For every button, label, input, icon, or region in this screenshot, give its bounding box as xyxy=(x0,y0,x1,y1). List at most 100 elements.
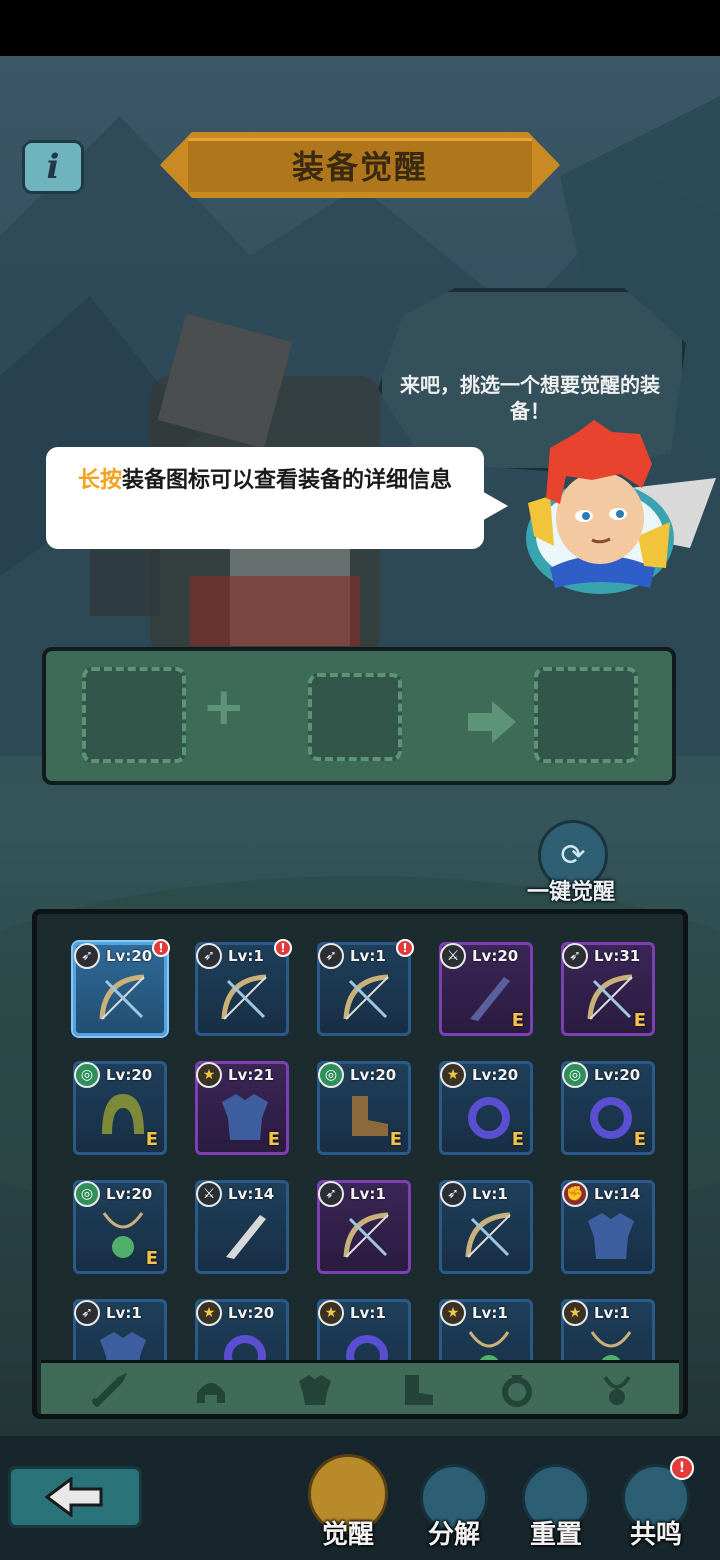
bow-icon: ➶ xyxy=(318,1181,344,1207)
hint-highlight-text: 长按 xyxy=(77,468,122,493)
ring-filter-icon[interactable] xyxy=(497,1373,537,1407)
nav-awaken[interactable]: 觉醒 xyxy=(306,1454,390,1560)
item-card[interactable]: ★ Lv:21 E xyxy=(195,1061,289,1155)
item-level: Lv:14 xyxy=(594,1185,641,1203)
auto-awaken-label: 一键觉醒 xyxy=(526,880,615,905)
alert-badge: ! xyxy=(274,939,292,957)
nav-resonance[interactable]: ! 共鸣 xyxy=(614,1456,698,1560)
item-level: Lv:20 xyxy=(472,947,519,965)
item-level: Lv:31 xyxy=(594,947,641,965)
bow-icon: ➶ xyxy=(318,943,344,969)
result-slot[interactable] xyxy=(534,667,638,763)
item-grade-badge: E xyxy=(145,1129,158,1150)
item-level: Lv:21 xyxy=(228,1066,275,1084)
item-card[interactable]: ◎ Lv:20 E xyxy=(73,1180,167,1274)
item-card[interactable]: ★ Lv:20 E xyxy=(439,1061,533,1155)
info-button[interactable]: i xyxy=(22,140,84,194)
nav-resonance-label: 共鸣 xyxy=(629,1520,682,1550)
boots-item-icon xyxy=(352,1096,388,1136)
star-icon: ★ xyxy=(318,1300,344,1326)
sword-filter-icon[interactable] xyxy=(89,1373,129,1407)
page-title: 装备觉醒 xyxy=(291,148,428,186)
ring-item-icon xyxy=(590,1097,632,1139)
item-card[interactable]: ➶ Lv:20! xyxy=(73,939,170,1036)
target-icon: ◎ xyxy=(318,1062,344,1088)
item-card[interactable]: ➶ Lv:1 xyxy=(439,1180,533,1274)
amulet-item-icon xyxy=(102,1212,144,1258)
info-icon: i xyxy=(46,147,60,187)
status-bar xyxy=(0,0,720,56)
item-card[interactable]: ⚔ Lv:20 E xyxy=(439,942,533,1036)
bow-icon: ➶ xyxy=(440,1181,466,1207)
bow-icon: ➶ xyxy=(74,1300,100,1326)
ring-item-icon xyxy=(346,1335,388,1362)
item-level: Lv:1 xyxy=(350,1304,386,1322)
target-icon: ◎ xyxy=(562,1062,588,1088)
amulet-filter-icon[interactable] xyxy=(597,1373,637,1407)
item-card[interactable]: ➶ Lv:1! xyxy=(317,939,414,1036)
amulet-item-icon xyxy=(468,1331,510,1362)
item-level: Lv:1 xyxy=(228,947,264,965)
item-card[interactable]: ◎ Lv:20 E xyxy=(73,1061,167,1155)
material-slot-1[interactable] xyxy=(82,667,186,763)
ring-item-icon xyxy=(468,1097,510,1139)
item-card[interactable]: ★ Lv:1 xyxy=(561,1299,655,1362)
item-card[interactable]: ⚔ Lv:14 xyxy=(195,1180,289,1274)
item-level: Lv:20 xyxy=(106,947,153,965)
nav-reset[interactable]: 重置 xyxy=(514,1464,598,1560)
armor-item-icon xyxy=(100,1332,146,1362)
category-filter-bar xyxy=(41,1360,679,1414)
item-card[interactable]: ➶ Lv:31 E xyxy=(561,942,655,1036)
star-icon: ★ xyxy=(196,1300,222,1326)
star-icon: ★ xyxy=(196,1062,222,1088)
back-button[interactable] xyxy=(8,1466,142,1528)
alert-badge: ! xyxy=(670,1456,694,1480)
nav-decompose-label: 分解 xyxy=(427,1520,480,1550)
item-card[interactable]: ◎ Lv:20 E xyxy=(561,1061,655,1155)
item-level: Lv:20 xyxy=(350,1066,397,1084)
arrow-left-icon xyxy=(45,1477,103,1517)
bow-item-icon xyxy=(343,1212,389,1258)
alert-badge: ! xyxy=(152,939,170,957)
bow-item-icon xyxy=(221,974,267,1020)
item-level: Lv:20 xyxy=(106,1185,153,1203)
nav-decompose[interactable]: 分解 xyxy=(412,1464,496,1560)
plus-icon: + xyxy=(202,677,246,737)
helmet-filter-icon[interactable] xyxy=(191,1373,231,1407)
auto-awaken-button[interactable]: ⟳ 一键觉醒 xyxy=(516,820,626,905)
fist-icon: ✊ xyxy=(562,1181,588,1207)
sword-icon: ⚔ xyxy=(196,1181,222,1207)
item-grade-badge: E xyxy=(511,1129,524,1150)
item-card[interactable]: ★ Lv:1 xyxy=(439,1299,533,1362)
title-banner: 装备觉醒 xyxy=(160,132,560,198)
dagger-item-icon xyxy=(226,1215,266,1259)
bow-icon: ➶ xyxy=(562,943,588,969)
ring-item-icon xyxy=(224,1335,266,1362)
item-level: Lv:20 xyxy=(594,1066,641,1084)
armor-item-icon xyxy=(222,1094,268,1140)
item-card[interactable]: ◎ Lv:20 E xyxy=(317,1061,411,1155)
material-slot-2[interactable] xyxy=(308,673,402,761)
item-card[interactable]: ★ Lv:20 xyxy=(195,1299,289,1362)
alert-badge: ! xyxy=(396,939,414,957)
item-card[interactable]: ★ Lv:1 xyxy=(317,1299,411,1362)
item-level: Lv:1 xyxy=(472,1185,508,1203)
item-level: Lv:1 xyxy=(594,1304,630,1322)
item-level: Lv:1 xyxy=(106,1304,142,1322)
item-level: Lv:20 xyxy=(228,1304,275,1322)
bow-item-icon xyxy=(465,1212,511,1258)
item-level: Lv:14 xyxy=(228,1185,275,1203)
item-level: Lv:20 xyxy=(472,1066,519,1084)
boots-filter-icon[interactable] xyxy=(397,1373,437,1407)
item-card[interactable]: ➶ Lv:1 xyxy=(317,1180,411,1274)
item-card[interactable]: ➶ Lv:1! xyxy=(195,939,292,1036)
item-grid: ➶ Lv:20! ➶ Lv:1! ➶ Lv:1! ⚔ Lv:20 E ➶ Lv:31 E ◎ Lv:20 E… xyxy=(67,936,667,1362)
target-icon: ◎ xyxy=(74,1062,100,1088)
bow-icon: ➶ xyxy=(74,943,100,969)
armor-filter-icon[interactable] xyxy=(295,1373,335,1407)
item-grade-badge: E xyxy=(389,1129,402,1150)
bow-item-icon xyxy=(99,974,145,1020)
item-card[interactable]: ✊ Lv:14 xyxy=(561,1180,655,1274)
item-card[interactable]: ➶ Lv:1 xyxy=(73,1299,167,1362)
arrow-right-icon xyxy=(468,701,516,743)
